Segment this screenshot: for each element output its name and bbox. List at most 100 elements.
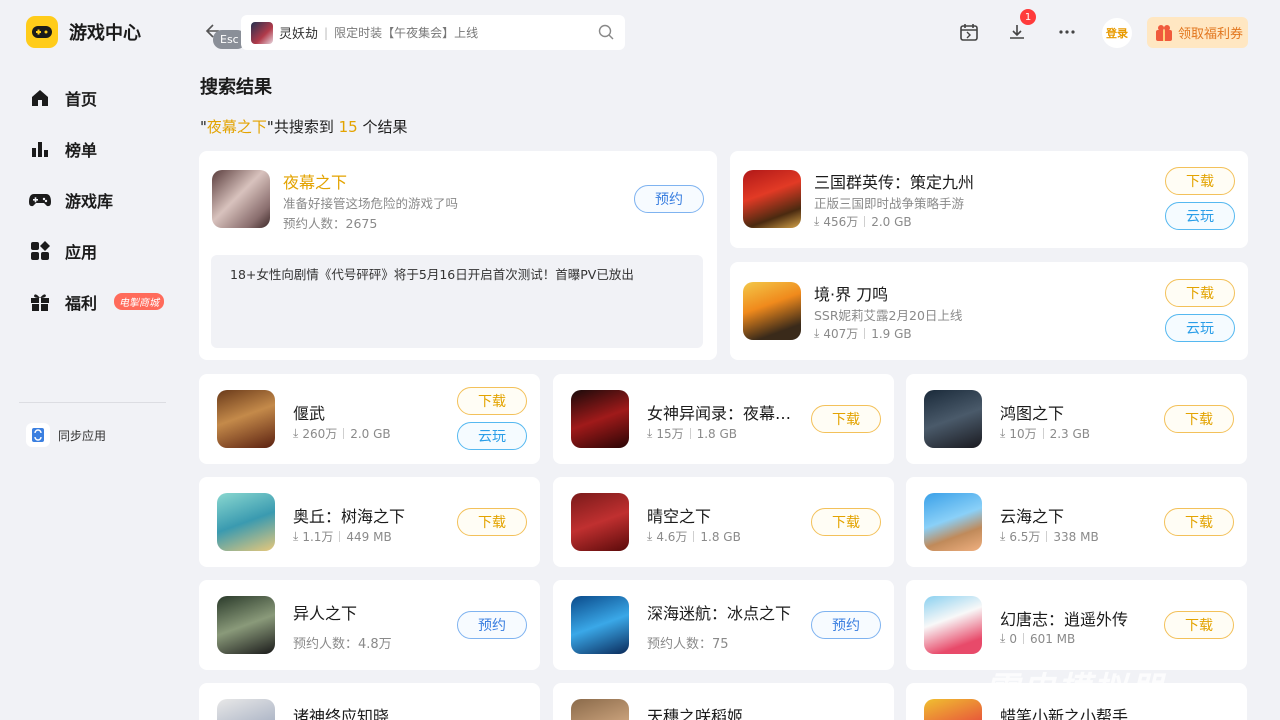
download-button[interactable]: 下载 [457, 508, 527, 536]
download-button[interactable]: 下载 [811, 405, 881, 433]
download-count: 407万 [823, 327, 859, 341]
download-button[interactable]: 下载 [1164, 508, 1234, 536]
app-title: 游戏中心 [69, 23, 141, 44]
download-count-badge: 1 [1020, 9, 1036, 25]
download-button[interactable]: 下载 [457, 387, 527, 415]
login-button[interactable]: 登录 [1102, 18, 1132, 48]
download-count: 1.1万 [302, 530, 334, 544]
sync-icon [26, 423, 50, 447]
game-icon [217, 493, 275, 551]
gift-icon [28, 290, 52, 314]
download-manager-button[interactable]: 1 [1003, 9, 1036, 46]
calendar-icon [955, 18, 983, 46]
game-icon [217, 390, 275, 448]
download-small-icon: ⤓ [647, 426, 653, 440]
game-icon [571, 596, 629, 654]
meta-divider [1046, 531, 1048, 542]
meta-divider [1022, 633, 1024, 644]
game-meta: ⤓ 6.5万 338 MB [1000, 528, 1099, 545]
download-small-icon: ⤓ [1000, 529, 1006, 543]
download-small-icon: ⤓ [1000, 426, 1006, 440]
download-small-icon: ⤓ [814, 214, 820, 228]
file-size: 1.8 GB [696, 426, 738, 441]
sidebar-item-ranking[interactable]: 榜单 [28, 123, 164, 174]
claim-coupon-button[interactable]: 领取福利券 [1147, 17, 1248, 48]
cloud-play-button[interactable]: 云玩 [1165, 202, 1235, 230]
sync-apps-button[interactable]: 同步应用 [26, 423, 106, 447]
game-card[interactable]: 偃武 ⤓ 260万 2.0 GB 下载 云玩 [199, 374, 540, 464]
store-badge: 电掣商城 [114, 293, 165, 310]
game-icon [217, 699, 275, 720]
game-meta: ⤓ 4.6万 1.8 GB [647, 528, 741, 545]
search-bar[interactable]: 灵妖劫 | 限定时装【午夜集会】上线 [241, 15, 625, 50]
meta-divider [1042, 428, 1044, 439]
game-card[interactable]: 深海迷航：冰点之下 预约人数：75 预约 [553, 580, 894, 670]
game-icon [924, 493, 982, 551]
reserve-count: 预约人数：75 [647, 637, 729, 652]
game-card[interactable]: 奥丘：树海之下 ⤓ 1.1万 449 MB 下载 [199, 477, 540, 567]
reserve-button[interactable]: 预约 [634, 185, 704, 213]
sync-label: 同步应用 [58, 428, 107, 443]
game-meta: ⤓ 0 601 MB [1000, 631, 1075, 646]
reserve-count: 预约人数：4.8万 [293, 637, 392, 652]
sidebar-item-apps[interactable]: 应用 [28, 225, 164, 276]
more-button[interactable] [1053, 18, 1081, 46]
game-icon [924, 699, 982, 720]
download-count: 4.6万 [656, 530, 688, 544]
meta-divider [339, 531, 341, 542]
game-card[interactable]: 幻唐志：逍遥外传 ⤓ 0 601 MB 下载 [906, 580, 1247, 670]
game-card[interactable]: 云海之下 ⤓ 6.5万 338 MB 下载 [906, 477, 1247, 567]
download-button[interactable]: 下载 [811, 508, 881, 536]
file-size: 1.8 GB [700, 529, 741, 544]
cloud-play-button[interactable]: 云玩 [457, 422, 527, 450]
game-title: 云海之下 [1000, 507, 1065, 526]
download-button[interactable]: 下载 [1165, 167, 1235, 195]
game-title: 幻唐志：逍遥外传 [1000, 610, 1129, 629]
file-size: 449 MB [346, 529, 392, 544]
game-card[interactable]: 女神异闻录：夜幕… ⤓ 15万 1.8 GB 下载 [553, 374, 894, 464]
download-button[interactable]: 下载 [1165, 279, 1235, 307]
reserve-button[interactable]: 预约 [811, 611, 881, 639]
apps-icon [28, 239, 52, 263]
ranking-icon [28, 137, 52, 161]
sidebar-item-label: 首页 [65, 89, 98, 109]
emulator-watermark: 雷电模拟器 [985, 670, 1165, 710]
game-card[interactable]: 诸神终应知晓 [199, 683, 540, 720]
sidebar-item-game-library[interactable]: 游戏库 [28, 174, 164, 225]
download-count: 10万 [1009, 427, 1037, 441]
meta-divider [693, 531, 695, 542]
calendar-button[interactable] [955, 18, 983, 46]
download-button[interactable]: 下载 [1164, 611, 1234, 639]
meta-divider [689, 428, 691, 439]
game-card[interactable]: 天穗之咲稻姬 [553, 683, 894, 720]
more-icon [1053, 18, 1081, 46]
game-icon [924, 390, 982, 448]
game-title: 天穗之咲稻姬 [647, 707, 744, 720]
game-title: 诸神终应知晓 [293, 707, 390, 720]
meta-divider [864, 216, 866, 227]
game-card[interactable]: 异人之下 预约人数：4.8万 预约 [199, 580, 540, 670]
game-desc: SSR妮莉艾露2月20日上线 [814, 308, 963, 323]
summary-text: "共搜索到 [266, 118, 339, 136]
search-icon[interactable] [598, 24, 615, 41]
reserve-button[interactable]: 预约 [457, 611, 527, 639]
cloud-play-button[interactable]: 云玩 [1165, 314, 1235, 342]
featured-game-card[interactable]: 夜幕之下 准备好接管这场危险的游戏了吗 预约人数：2675 预约 18+女性向剧… [199, 151, 717, 360]
game-card[interactable]: 三国群英传：策定九州 正版三国即时战争策略手游 ⤓ 456万 2.0 GB 下载 云… [730, 151, 1248, 248]
game-meta: ⤓ 260万 2.0 GB [293, 425, 391, 442]
coupon-gift-icon [1156, 24, 1172, 41]
game-icon [743, 170, 801, 228]
file-size: 2.3 GB [1049, 426, 1091, 441]
game-card[interactable]: 晴空之下 ⤓ 4.6万 1.8 GB 下载 [553, 477, 894, 567]
sidebar-item-home[interactable]: 首页 [28, 72, 164, 123]
file-size: 338 MB [1053, 529, 1099, 544]
game-card[interactable]: 境·界 刀鸣 SSR妮莉艾露2月20日上线 ⤓ 407万 1.9 GB 下载 云玩 [730, 262, 1248, 360]
download-button[interactable]: 下载 [1164, 405, 1234, 433]
sidebar-item-label: 应用 [65, 242, 98, 262]
sidebar-item-label: 福利 [65, 293, 98, 313]
game-icon [217, 596, 275, 654]
sidebar-item-welfare[interactable]: 福利 电掣商城 [28, 276, 165, 327]
download-small-icon: ⤓ [1000, 631, 1006, 645]
game-title: 鸿图之下 [1000, 404, 1065, 423]
game-card[interactable]: 鸿图之下 ⤓ 10万 2.3 GB 下载 [906, 374, 1247, 464]
